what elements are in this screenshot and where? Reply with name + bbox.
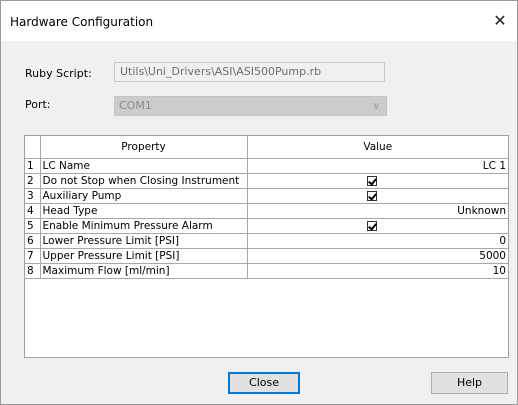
close-icon[interactable]: ✕ [483,1,517,41]
table-row[interactable]: 7 Upper Pressure Limit [PSI] 5000 [25,248,508,264]
value-cell[interactable]: Unknown [246,203,508,219]
row-number: 6 [25,233,41,249]
close-button[interactable]: Close [228,372,300,394]
value-column-header: Value [246,136,508,159]
table-row[interactable]: 4 Head Type Unknown [25,203,508,219]
checkbox[interactable] [366,221,377,231]
property-name-cell: Do not Stop when Closing Instrument [39,173,248,189]
property-name-cell: Head Type [39,203,248,219]
value-cell[interactable]: 5000 [246,248,508,264]
property-name-cell: Upper Pressure Limit [PSI] [39,248,248,264]
value-cell[interactable]: 10 [246,263,508,279]
property-name-cell: Lower Pressure Limit [PSI] [39,233,248,249]
row-number: 8 [25,263,41,279]
help-button[interactable]: Help [431,372,508,394]
property-column-header: Property [39,136,248,159]
property-grid: Property Value 1 LC Name LC 1 2 Do not Stop … [24,135,509,358]
row-number-header [25,136,41,159]
property-name-cell: Auxiliary Pump [39,188,248,204]
table-header-row: Property Value [25,136,508,159]
checkbox[interactable] [366,176,377,186]
port-select[interactable]: COM1 ∨ [114,96,387,116]
chevron-down-icon: ∨ [372,101,380,112]
table-row[interactable]: 5 Enable Minimum Pressure Alarm [25,218,508,234]
table-row[interactable]: 8 Maximum Flow [ml/min] 10 [25,263,508,279]
value-checkbox-cell[interactable] [246,188,508,204]
port-value: COM1 [119,99,152,112]
property-name-cell: LC Name [39,158,248,174]
title-bar: Hardware Configuration ✕ [1,1,517,41]
hardware-configuration-dialog: Hardware Configuration ✕ Ruby Script: Ut… [0,0,518,405]
value-checkbox-cell[interactable] [246,218,508,234]
port-label: Port: [25,98,51,111]
table-row[interactable]: 6 Lower Pressure Limit [PSI] 0 [25,233,508,249]
table-row[interactable]: 2 Do not Stop when Closing Instrument [25,173,508,189]
table-row[interactable]: 3 Auxiliary Pump [25,188,508,204]
value-cell[interactable]: LC 1 [246,158,508,174]
row-number: 2 [25,173,41,189]
row-number: 7 [25,248,41,264]
checkbox[interactable] [366,191,377,201]
ruby-script-field[interactable]: Utils\Uni_Drivers\ASI\ASI500Pump.rb [114,62,385,82]
value-checkbox-cell[interactable] [246,173,508,189]
dialog-title: Hardware Configuration [10,15,154,29]
row-number: 4 [25,203,41,219]
table-row[interactable]: 1 LC Name LC 1 [25,158,508,174]
row-number: 1 [25,158,41,174]
row-number: 5 [25,218,41,234]
property-name-cell: Maximum Flow [ml/min] [39,263,248,279]
property-name-cell: Enable Minimum Pressure Alarm [39,218,248,234]
property-table: Property Value 1 LC Name LC 1 2 Do not Stop … [25,136,508,279]
ruby-script-label: Ruby Script: [25,67,92,80]
row-number: 3 [25,188,41,204]
value-cell[interactable]: 0 [246,233,508,249]
